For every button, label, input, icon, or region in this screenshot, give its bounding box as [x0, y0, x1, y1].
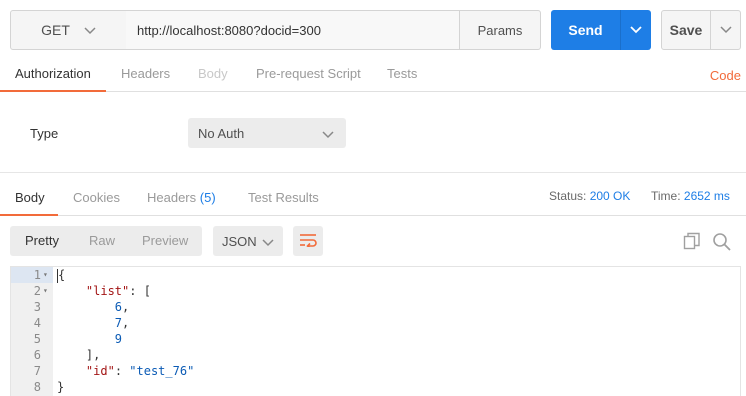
code-text: {: [57, 267, 65, 283]
code-line: 7 "id": "test_76": [11, 363, 740, 379]
json-number: 9: [114, 332, 123, 346]
send-button[interactable]: Send: [551, 10, 651, 50]
tab-prerequest-script[interactable]: Pre-request Script: [256, 56, 361, 92]
status-value: 200 OK: [589, 189, 631, 203]
tab-tests[interactable]: Tests: [387, 56, 417, 92]
response-time: Time: 2652 ms: [651, 189, 730, 203]
copy-icon[interactable]: [683, 232, 701, 253]
response-status: Status: 200 OK: [549, 189, 630, 203]
url-input[interactable]: http://localhost:8080?docid=300: [126, 10, 462, 50]
wrap-lines-button[interactable]: [293, 226, 323, 256]
tab-headers-label: Headers: [121, 66, 171, 81]
chevron-down-icon: [322, 127, 334, 142]
tab-response-headers-label: Headers: [147, 190, 197, 205]
line-number: 2: [33, 284, 41, 298]
code-text: 9: [57, 331, 122, 347]
fold-arrow-icon[interactable]: ▾: [43, 267, 48, 283]
tab-response-headers[interactable]: Headers (5): [147, 180, 216, 216]
save-options-chevron-icon[interactable]: [711, 26, 740, 34]
tab-headers[interactable]: Headers: [121, 56, 170, 92]
line-number: 5: [33, 332, 41, 346]
line-number: 8: [33, 380, 41, 394]
code-punct: ,: [122, 300, 130, 314]
tab-test-results[interactable]: Test Results: [248, 180, 319, 216]
tab-test-results-label: Test Results: [248, 190, 319, 205]
code-text: }: [57, 380, 65, 394]
status-label: Status:: [549, 189, 587, 203]
time-value: 2652 ms: [683, 189, 730, 203]
tab-cookies[interactable]: Cookies: [73, 180, 120, 216]
code-text: 6,: [57, 299, 129, 315]
tab-body-label: Body: [198, 66, 228, 81]
params-label: Params: [477, 22, 523, 38]
code-link[interactable]: Code: [710, 56, 741, 96]
pretty-button[interactable]: Pretty: [25, 226, 59, 256]
tab-response-body[interactable]: Body: [0, 180, 58, 216]
search-icon[interactable]: [712, 232, 732, 255]
line-number: 7: [33, 364, 41, 378]
code-brace: {: [58, 268, 66, 282]
line-number: 4: [33, 316, 41, 330]
format-value: JSON: [222, 233, 257, 249]
method-label: GET: [41, 22, 70, 38]
method-select[interactable]: GET: [10, 10, 127, 50]
response-body-editor[interactable]: 1 ▾ { 2 ▾ "list": [ 3 6, 4 7, 5 9 6 ], 7…: [10, 266, 741, 396]
tab-authorization-label: Authorization: [15, 66, 91, 81]
code-line: 8 }: [11, 379, 740, 395]
json-key: "list": [85, 284, 130, 298]
tab-cookies-label: Cookies: [73, 190, 120, 205]
code-punct: : [: [129, 284, 151, 298]
code-text: ],: [57, 348, 101, 362]
json-number: 6: [114, 300, 123, 314]
code-punct: ,: [122, 316, 130, 330]
auth-type-select[interactable]: No Auth: [188, 118, 346, 148]
request-tabs: Authorization Headers Body Pre-request S…: [0, 56, 746, 92]
line-number: 3: [33, 300, 41, 314]
code-line: 6 ],: [11, 347, 740, 363]
tab-tests-label: Tests: [387, 66, 418, 81]
chevron-down-icon: [262, 235, 274, 250]
section-divider: [0, 172, 746, 173]
code-text: 7,: [57, 315, 129, 331]
raw-button[interactable]: Raw: [89, 226, 115, 256]
code-text: "id": "test_76": [57, 363, 194, 379]
line-number: 1: [33, 268, 41, 282]
format-select[interactable]: JSON: [213, 226, 283, 256]
params-button[interactable]: Params: [459, 10, 541, 50]
response-tabs: Body Cookies Headers (5) Test Results: [0, 180, 746, 216]
send-label: Send: [568, 22, 603, 38]
chevron-down-icon: [84, 22, 96, 38]
json-key: "id": [85, 364, 115, 378]
auth-type-value: No Auth: [198, 125, 245, 141]
tab-body[interactable]: Body: [198, 56, 228, 92]
code-line: 3 6,: [11, 299, 740, 315]
auth-type-label: Type: [30, 126, 59, 141]
code-line: 5 9: [11, 331, 740, 347]
view-mode-group: Pretty Raw Preview: [10, 226, 202, 256]
code-punct: :: [114, 364, 130, 378]
save-label: Save: [669, 22, 703, 38]
json-number: 7: [114, 316, 123, 330]
url-text: http://localhost:8080?docid=300: [137, 22, 321, 38]
tab-authorization[interactable]: Authorization: [0, 56, 106, 92]
code-line: 4 7,: [11, 315, 740, 331]
headers-count-badge: (5): [199, 190, 216, 205]
preview-button[interactable]: Preview: [142, 226, 188, 256]
time-label: Time:: [651, 189, 681, 203]
tab-response-body-label: Body: [15, 190, 45, 205]
code-line: 1 ▾ {: [11, 267, 740, 283]
save-button[interactable]: Save: [661, 10, 741, 50]
send-options-chevron-icon[interactable]: [621, 26, 651, 34]
tab-prerequest-label: Pre-request Script: [256, 66, 361, 81]
wrap-lines-icon: [299, 233, 317, 250]
code-line: 2 ▾ "list": [: [11, 283, 740, 299]
code-text: "list": [: [57, 283, 151, 299]
line-number: 6: [33, 348, 41, 362]
request-bar: GET http://localhost:8080?docid=300 Para…: [10, 10, 746, 50]
fold-arrow-icon[interactable]: ▾: [43, 283, 48, 299]
json-string: "test_76": [129, 364, 195, 378]
